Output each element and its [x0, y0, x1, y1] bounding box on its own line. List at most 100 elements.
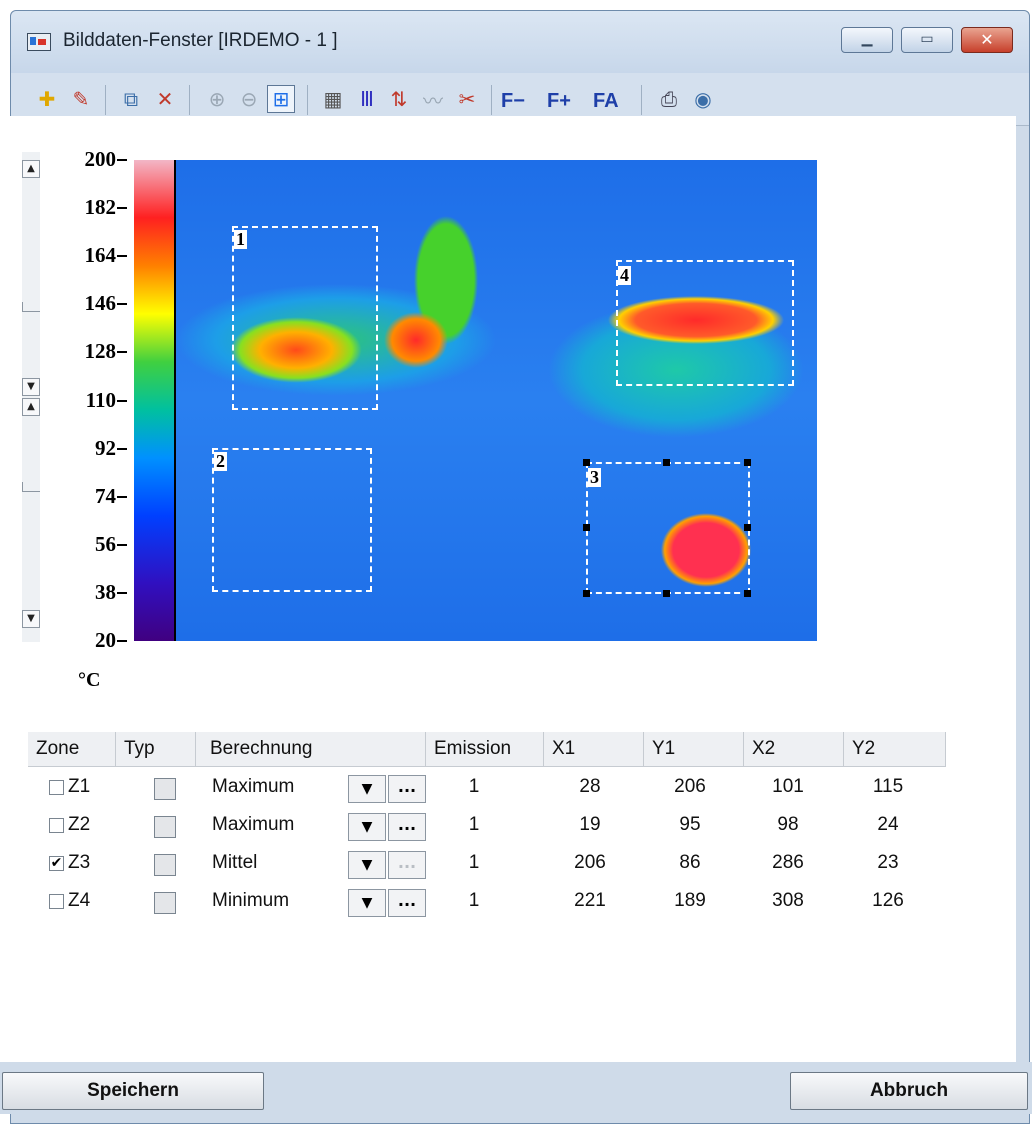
column-header[interactable]: Emission — [426, 732, 544, 766]
zone-checkbox[interactable] — [49, 894, 64, 909]
column-header[interactable]: Y2 — [844, 732, 946, 766]
y2-value: 115 — [872, 776, 904, 797]
zone-overlay[interactable]: 2 — [212, 448, 372, 592]
tools-icon[interactable]: ✂ — [453, 85, 481, 113]
zone-checkbox[interactable] — [49, 780, 64, 795]
zone-overlay-selected[interactable]: 3 — [586, 462, 750, 594]
zoom-out-icon[interactable]: ⊖ — [235, 85, 263, 113]
calculation-dropdown-icon[interactable]: ▼ — [348, 889, 386, 917]
resize-handle[interactable] — [583, 590, 590, 597]
column-header[interactable]: X1 — [544, 732, 644, 766]
scale-label: 38 — [95, 579, 116, 604]
column-header[interactable]: Berechnung — [196, 732, 426, 766]
calculation-options-button[interactable]: ... — [388, 775, 426, 803]
type-swatch[interactable] — [154, 854, 176, 876]
calculation-dropdown-icon[interactable]: ▼ — [348, 851, 386, 879]
scale-tick — [117, 543, 127, 546]
column-header[interactable]: X2 — [744, 732, 844, 766]
calculation-value: Minimum — [212, 890, 290, 911]
column-header[interactable]: Zone — [28, 732, 116, 766]
delete-icon[interactable]: ✕ — [151, 85, 179, 113]
maximize-button[interactable]: ▭ — [901, 27, 953, 53]
scale-label: 74 — [95, 483, 116, 508]
profile-icon[interactable]: 〰 — [419, 85, 447, 113]
zone-overlay[interactable]: 1 — [232, 226, 378, 410]
calculation-dropdown-icon[interactable]: ▼ — [348, 813, 386, 841]
scale-label: 128 — [84, 339, 117, 364]
zone-name: Z2 — [68, 814, 91, 835]
y1-value: 95 — [679, 814, 701, 835]
table-row[interactable]: Z4 Minimum ▼... 1 221 189 308 126 — [28, 884, 946, 922]
scale-label: 164 — [84, 243, 117, 268]
type-swatch[interactable] — [154, 778, 176, 800]
toolbar-separator — [307, 85, 308, 115]
table-row[interactable]: Z2 Maximum ▼... 1 19 95 98 24 — [28, 808, 946, 846]
resize-handle[interactable] — [663, 459, 670, 466]
zone-edit-icon[interactable]: ✎ — [67, 85, 95, 113]
x1-value: 19 — [579, 814, 601, 835]
scroll-down-icon[interactable]: ▼ — [22, 610, 40, 628]
x2-value: 308 — [772, 890, 804, 911]
calculation-options-button[interactable]: ... — [388, 889, 426, 917]
table-row[interactable]: ✔ Z3 Mittel ▼... 1 206 86 286 23 — [28, 846, 946, 884]
zoom-in-icon[interactable]: ⊕ — [203, 85, 231, 113]
column-header[interactable]: Typ — [116, 732, 196, 766]
minimize-button[interactable]: ▁ — [841, 27, 893, 53]
font-decrease-button[interactable]: F− — [501, 87, 525, 115]
help-icon[interactable]: ◉ — [689, 85, 717, 113]
zone-overlay[interactable]: 4 — [616, 260, 794, 386]
x2-value: 98 — [777, 814, 799, 835]
toolbar-separator — [105, 85, 106, 115]
resize-handle[interactable] — [744, 459, 751, 466]
zone-checkbox[interactable] — [49, 818, 64, 833]
scale-tick — [117, 591, 127, 594]
zone-grid-icon[interactable]: ▦ — [319, 85, 347, 113]
cancel-button[interactable]: Abbruch — [790, 1072, 1028, 1110]
y2-value: 126 — [872, 890, 904, 911]
y1-value: 189 — [674, 890, 706, 911]
zone-number: 2 — [214, 451, 227, 471]
sort-icon[interactable]: ⇅ — [385, 85, 413, 113]
zone-add-icon[interactable]: ✚ — [33, 85, 61, 113]
emission-value: 1 — [468, 852, 480, 873]
calculation-dropdown-icon[interactable]: ▼ — [348, 775, 386, 803]
emission-value: 1 — [468, 814, 480, 835]
palette-icon[interactable]: Ⅲ — [353, 85, 381, 113]
minimize-icon: ▁ — [861, 31, 873, 47]
resize-handle[interactable] — [744, 590, 751, 597]
thermal-image[interactable]: 1 2 3 4 — [176, 160, 817, 641]
type-swatch[interactable] — [154, 816, 176, 838]
scale-label: 200 — [84, 147, 117, 171]
resize-handle[interactable] — [583, 459, 590, 466]
table-row[interactable]: Z1 Maximum ▼... 1 28 206 101 115 — [28, 770, 946, 808]
resize-handle[interactable] — [663, 590, 670, 597]
temperature-unit: °C — [78, 669, 101, 691]
close-button[interactable]: ✕ — [961, 27, 1013, 53]
scale-label: 146 — [84, 291, 117, 316]
x1-value: 206 — [574, 852, 606, 873]
scale-tick — [117, 207, 127, 210]
scale-label: 56 — [95, 531, 116, 556]
copy-icon[interactable]: ⧉ — [117, 85, 145, 113]
print-icon[interactable]: ⎙ — [655, 85, 683, 113]
y2-value: 23 — [877, 852, 899, 873]
toolbar-separator — [189, 85, 190, 115]
title-bar[interactable]: Bilddaten-Fenster [IRDEMO - 1 ] ▁ ▭ ✕ — [11, 11, 1029, 73]
type-swatch[interactable] — [154, 892, 176, 914]
save-button[interactable]: Speichern — [2, 1072, 264, 1110]
column-header[interactable]: Y1 — [644, 732, 744, 766]
scale-label: 110 — [85, 387, 116, 412]
scale-tick — [117, 303, 127, 306]
resize-handle[interactable] — [583, 524, 590, 531]
scale-label: 92 — [95, 435, 116, 460]
calculation-options-button[interactable]: ... — [388, 851, 426, 879]
font-auto-button[interactable]: FA — [593, 87, 619, 115]
calculation-options-button[interactable]: ... — [388, 813, 426, 841]
zone-checkbox[interactable]: ✔ — [49, 856, 64, 871]
emission-value: 1 — [468, 776, 480, 797]
resize-handle[interactable] — [744, 524, 751, 531]
scale-tick — [117, 159, 127, 161]
x2-value: 101 — [772, 776, 804, 797]
fit-icon[interactable]: ⊞ — [267, 85, 295, 113]
font-increase-button[interactable]: F+ — [547, 87, 571, 115]
